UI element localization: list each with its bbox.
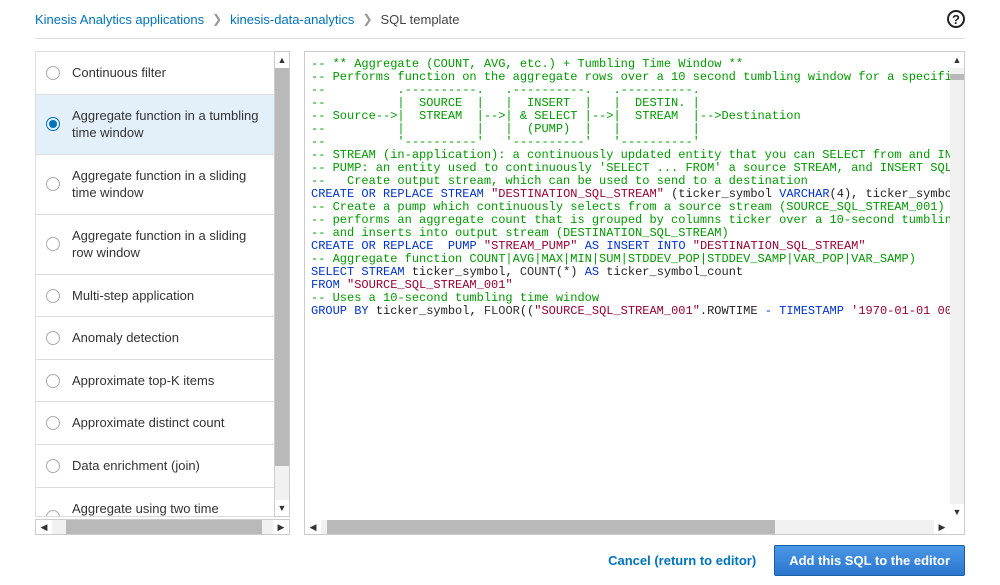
scroll-right-icon[interactable]: ▶ bbox=[934, 520, 950, 534]
sidebar-item-label: Anomaly detection bbox=[72, 329, 264, 347]
help-icon[interactable]: ? bbox=[947, 10, 965, 28]
sidebar-item-template[interactable]: Multi-step application bbox=[36, 275, 274, 318]
radio-icon bbox=[46, 177, 60, 191]
sidebar-item-template[interactable]: Approximate top-K items bbox=[36, 360, 274, 403]
sidebar-item-template[interactable]: Data enrichment (join) bbox=[36, 445, 274, 488]
scroll-up-icon[interactable]: ▲ bbox=[950, 52, 964, 68]
scroll-left-icon[interactable]: ◀ bbox=[305, 520, 321, 534]
sidebar-item-template[interactable]: Approximate distinct count bbox=[36, 402, 274, 445]
radio-icon bbox=[46, 459, 60, 473]
scroll-down-icon[interactable]: ▼ bbox=[950, 504, 964, 520]
scroll-right-icon[interactable]: ▶ bbox=[273, 520, 289, 534]
breadcrumb-link-app[interactable]: kinesis-data-analytics bbox=[230, 12, 354, 27]
footer: Cancel (return to editor) Add this SQL t… bbox=[35, 535, 965, 585]
code-vertical-scrollbar[interactable]: ▲ ▼ bbox=[950, 52, 964, 520]
sidebar-item-template[interactable]: Aggregate function in a sliding time win… bbox=[36, 155, 274, 215]
scroll-up-icon[interactable]: ▲ bbox=[275, 52, 289, 68]
sidebar-item-template[interactable]: Aggregate function in a sliding row wind… bbox=[36, 215, 274, 275]
sidebar-item-template[interactable]: Continuous filter bbox=[36, 52, 274, 95]
scroll-down-icon[interactable]: ▼ bbox=[275, 500, 289, 516]
sidebar-item-label: Data enrichment (join) bbox=[72, 457, 264, 475]
sidebar-item-label: Aggregate using two time windows bbox=[72, 500, 264, 517]
radio-icon bbox=[46, 374, 60, 388]
radio-icon bbox=[46, 237, 60, 251]
radio-icon bbox=[46, 510, 60, 517]
radio-icon bbox=[46, 331, 60, 345]
divider bbox=[35, 38, 965, 39]
scroll-thumb[interactable] bbox=[327, 520, 775, 534]
chevron-right-icon: ❯ bbox=[212, 12, 222, 26]
scroll-thumb[interactable] bbox=[275, 68, 289, 466]
scroll-thumb[interactable] bbox=[950, 74, 964, 80]
breadcrumb-link-root[interactable]: Kinesis Analytics applications bbox=[35, 12, 204, 27]
radio-icon bbox=[46, 117, 60, 131]
sidebar-item-label: Aggregate function in a tumbling time wi… bbox=[72, 107, 264, 142]
sidebar-horizontal-scrollbar[interactable]: ◀ ▶ bbox=[35, 519, 290, 535]
sidebar-item-label: Continuous filter bbox=[72, 64, 264, 82]
sidebar-item-label: Approximate distinct count bbox=[72, 414, 264, 432]
sidebar-item-label: Aggregate function in a sliding row wind… bbox=[72, 227, 264, 262]
template-list[interactable]: Continuous filter Aggregate function in a… bbox=[35, 51, 274, 517]
sidebar-item-template[interactable]: Anomaly detection bbox=[36, 317, 274, 360]
add-sql-button[interactable]: Add this SQL to the editor bbox=[774, 545, 965, 576]
sidebar-item-label: Multi-step application bbox=[72, 287, 264, 305]
chevron-right-icon: ❯ bbox=[362, 12, 372, 26]
sql-code-viewer: -- ** Aggregate (COUNT, AVG, etc.) + Tum… bbox=[304, 51, 965, 535]
cancel-button[interactable]: Cancel (return to editor) bbox=[608, 553, 756, 568]
scroll-thumb[interactable] bbox=[66, 520, 262, 534]
code-horizontal-scrollbar[interactable]: ◀ ▶ bbox=[305, 520, 950, 534]
sidebar-item-template[interactable]: Aggregate function in a tumbling time wi… bbox=[36, 95, 274, 155]
radio-icon bbox=[46, 289, 60, 303]
radio-icon bbox=[46, 66, 60, 80]
scroll-corner bbox=[950, 520, 964, 534]
sidebar-item-label: Aggregate function in a sliding time win… bbox=[72, 167, 264, 202]
sidebar-item-label: Approximate top-K items bbox=[72, 372, 264, 390]
breadcrumb-current: SQL template bbox=[381, 12, 460, 27]
breadcrumb: Kinesis Analytics applications ❯ kinesis… bbox=[35, 0, 965, 38]
sidebar-vertical-scrollbar[interactable]: ▲ ▼ bbox=[274, 51, 290, 517]
radio-icon bbox=[46, 416, 60, 430]
sql-code-content: -- ** Aggregate (COUNT, AVG, etc.) + Tum… bbox=[305, 52, 950, 520]
scroll-left-icon[interactable]: ◀ bbox=[36, 520, 52, 534]
sidebar-item-template[interactable]: Aggregate using two time windows bbox=[36, 488, 274, 517]
